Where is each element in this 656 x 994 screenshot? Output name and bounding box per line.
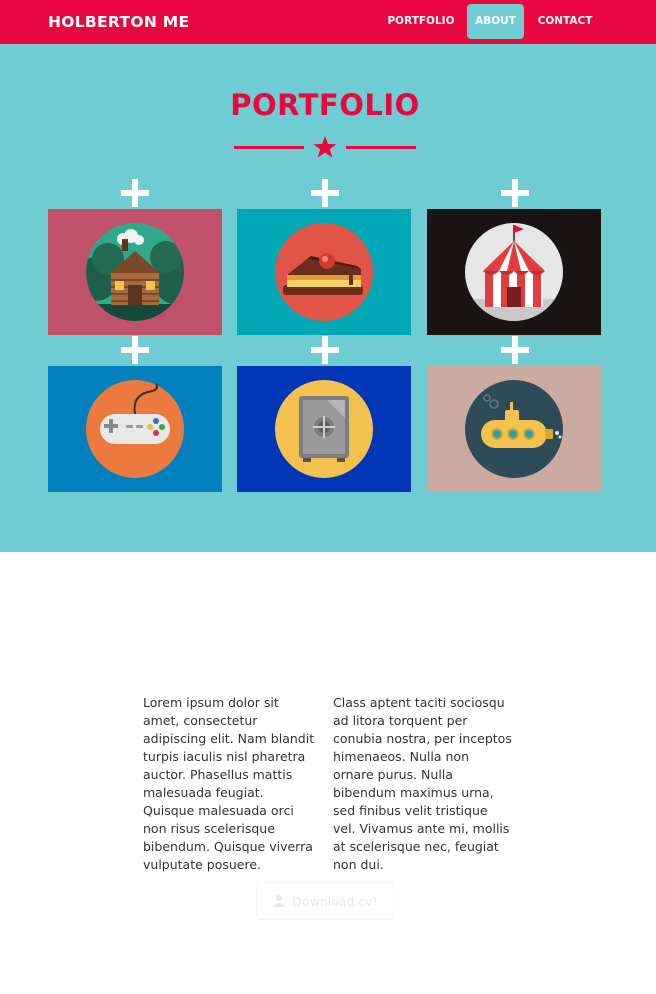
portfolio-tile-cabin[interactable] bbox=[48, 209, 222, 335]
plus-icon[interactable] bbox=[121, 179, 149, 207]
plus-icon[interactable] bbox=[121, 336, 149, 364]
portfolio-tile-circus-tent[interactable] bbox=[427, 209, 601, 335]
plus-icon[interactable] bbox=[501, 179, 529, 207]
nav-item-about[interactable]: ABOUT bbox=[467, 4, 524, 39]
submarine-icon bbox=[465, 380, 563, 478]
plus-icon[interactable] bbox=[311, 336, 339, 364]
circus-tent-icon bbox=[465, 223, 563, 321]
star-icon bbox=[313, 136, 337, 158]
portfolio-tile-submarine[interactable] bbox=[427, 366, 601, 492]
cabin-icon bbox=[86, 223, 184, 321]
user-icon bbox=[273, 895, 286, 907]
download-cv-label: Download cv! bbox=[292, 893, 378, 909]
divider-line-left bbox=[234, 146, 304, 149]
divider-line-right bbox=[346, 146, 416, 149]
download-cv-button[interactable]: Download cv! bbox=[256, 882, 394, 920]
game-controller-icon bbox=[86, 380, 184, 478]
safe-icon bbox=[275, 380, 373, 478]
top-navbar: HOLBERTON ME PORTFOLIO ABOUT CONTACT bbox=[0, 0, 656, 44]
portfolio-tile-cake[interactable] bbox=[237, 209, 411, 335]
about-text-left: Lorem ipsum dolor sit amet, consectetur … bbox=[143, 695, 315, 872]
brand-logo[interactable]: HOLBERTON ME bbox=[48, 0, 189, 44]
nav-item-contact[interactable]: CONTACT bbox=[532, 4, 598, 39]
about-text-right: Class aptent taciti sociosqu ad litora t… bbox=[333, 695, 512, 872]
nav-item-portfolio[interactable]: PORTFOLIO bbox=[383, 4, 459, 39]
cake-icon bbox=[275, 223, 373, 321]
portfolio-title: PORTFOLIO bbox=[230, 88, 420, 122]
portfolio-tile-safe[interactable] bbox=[237, 366, 411, 492]
plus-icon[interactable] bbox=[501, 336, 529, 364]
portfolio-tile-game-controller[interactable] bbox=[48, 366, 222, 492]
plus-icon[interactable] bbox=[311, 179, 339, 207]
